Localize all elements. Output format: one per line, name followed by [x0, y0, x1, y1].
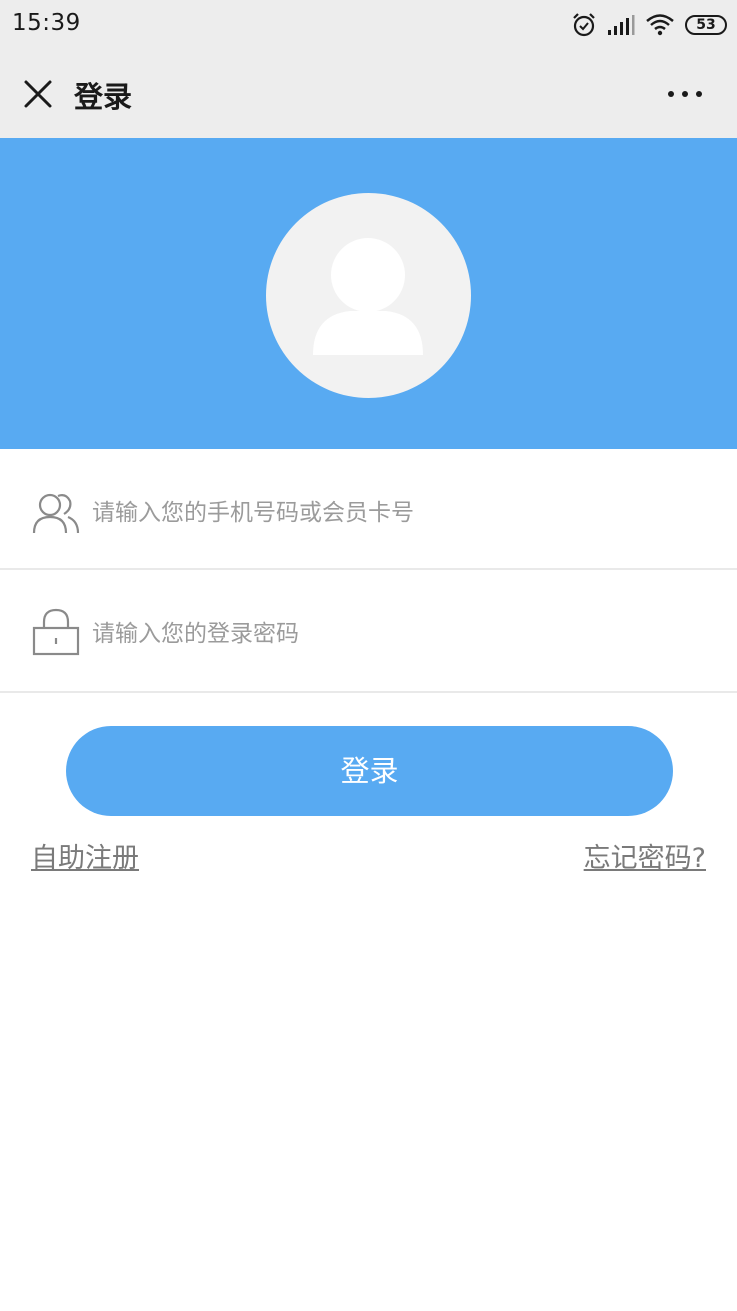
status-icons: 53: [571, 11, 727, 39]
password-row: [0, 572, 737, 693]
signal-icon: [608, 15, 635, 35]
login-page: 15:39 53 登录 请输入您的手机号码或会员卡号 登录 自助注册 忘记密码?: [0, 0, 737, 1311]
username-row: [0, 449, 737, 570]
status-time: 15:39: [12, 10, 81, 36]
close-icon[interactable]: [22, 78, 54, 110]
page-title: 登录: [74, 80, 133, 114]
user-icon: [32, 493, 80, 534]
more-icon[interactable]: [667, 88, 703, 100]
login-button[interactable]: 登录: [66, 726, 673, 816]
lock-icon: [32, 608, 80, 656]
battery-icon: 53: [685, 15, 727, 35]
username-input[interactable]: [92, 493, 717, 533]
avatar: [266, 193, 471, 398]
nav-bar: 登录: [0, 50, 737, 138]
profile-header: [0, 138, 737, 449]
alarm-icon: [573, 13, 595, 37]
wifi-icon: [646, 14, 674, 36]
register-link[interactable]: 自助注册: [31, 836, 139, 875]
forgot-password-link[interactable]: 忘记密码?: [584, 836, 706, 875]
user-avatar-icon: [313, 238, 423, 355]
password-input[interactable]: [92, 614, 717, 654]
status-bar: 15:39 53: [0, 0, 737, 50]
